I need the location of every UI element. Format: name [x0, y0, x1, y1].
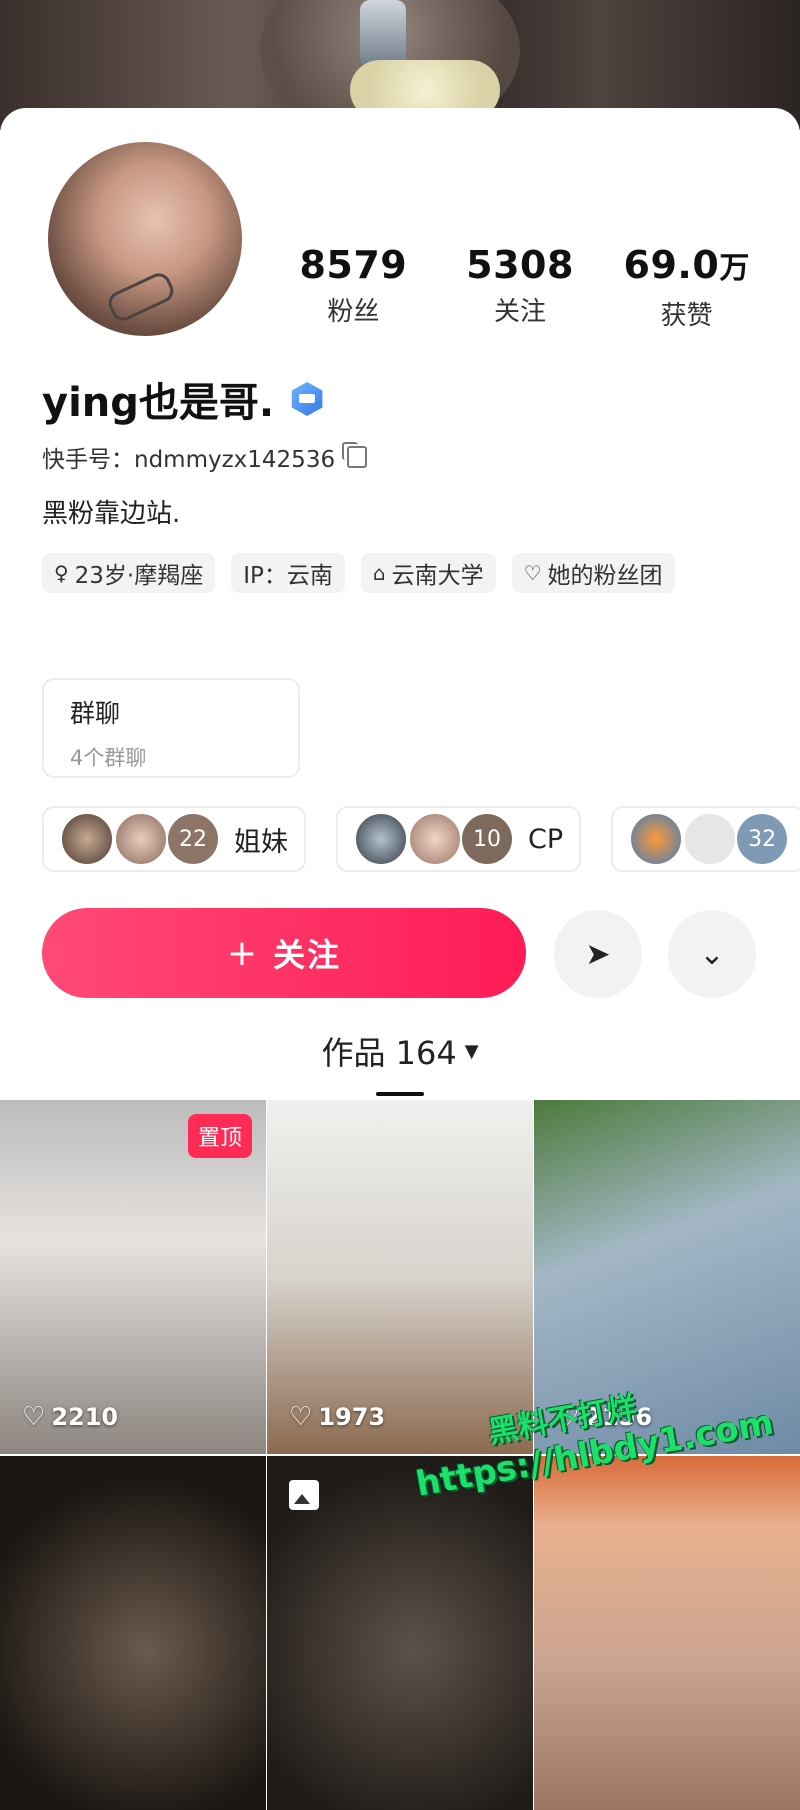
avatar — [629, 812, 684, 866]
heart-icon: ♡ — [22, 1402, 46, 1432]
avatar — [114, 812, 168, 866]
video-thumbnail[interactable] — [0, 1456, 266, 1810]
bio: 黑粉靠边站. — [42, 499, 181, 529]
paper-plane-icon: ➤ — [585, 936, 611, 972]
copy-icon[interactable] — [342, 442, 368, 468]
avatar — [683, 812, 738, 866]
heart-icon: ♡ — [289, 1402, 313, 1432]
stat-following[interactable]: 5308 关注 — [437, 243, 604, 332]
tag-school[interactable]: ⌂ 云南大学 — [360, 553, 496, 593]
video-thumbnail[interactable]: ♡ 1973 — [267, 1100, 533, 1454]
send-message-button[interactable]: ➤ — [554, 910, 642, 998]
more-options-button[interactable]: ⌄ — [668, 910, 756, 998]
circle-sisters[interactable]: 22 姐妹 — [42, 806, 306, 872]
content-tabs: 作品 164 ▼ — [0, 1028, 800, 1074]
graduation-cap-icon: ⌂ — [372, 561, 386, 585]
gender-female-icon: ♀ — [54, 561, 69, 585]
tag-fanclub[interactable]: ♡ 她的粉丝团 — [511, 553, 675, 593]
kuaishou-id: 快手号：ndmmyzx142536 — [42, 440, 368, 474]
heart-icon: ♡ — [523, 561, 542, 585]
tab-works[interactable]: 作品 164 ▼ — [321, 1028, 478, 1074]
avatar — [60, 812, 114, 866]
stat-likes[interactable]: 69.0万 获赞 — [603, 243, 770, 332]
tab-indicator — [376, 1092, 424, 1096]
stats-bar: 8579 粉丝 5308 关注 69.0万 获赞 — [270, 243, 770, 332]
dropdown-triangle-icon: ▼ — [464, 1040, 479, 1062]
image-post-icon — [289, 1480, 319, 1510]
profile-name: ying也是哥. — [42, 370, 324, 428]
avatar — [408, 812, 462, 866]
verified-badge-icon — [291, 382, 323, 416]
pinned-badge: 置顶 — [187, 1114, 252, 1158]
chevron-down-icon: ⌄ — [699, 936, 725, 972]
group-chat-card[interactable]: 群聊 4个群聊 — [42, 678, 300, 778]
video-thumbnail[interactable] — [534, 1456, 800, 1810]
tag-age: ♀ 23岁·摩羯座 — [42, 553, 216, 593]
circle-third[interactable]: 32 — [611, 806, 800, 872]
follow-button[interactable]: + 关注 — [42, 908, 526, 998]
avatar[interactable] — [42, 136, 248, 342]
avatar — [354, 812, 408, 866]
tag-ip: IP：云南 — [231, 553, 345, 593]
friend-circles: 22 姐妹 10 CP 32 — [42, 806, 800, 872]
profile-tags: ♀ 23岁·摩羯座 IP：云南 ⌂ 云南大学 ♡ 她的粉丝团 — [42, 553, 782, 593]
stat-fans[interactable]: 8579 粉丝 — [270, 243, 437, 332]
circle-cp[interactable]: 10 CP — [336, 806, 582, 872]
video-thumbnail[interactable] — [267, 1456, 533, 1810]
video-thumbnail[interactable]: 置顶 ♡ 2210 — [0, 1100, 266, 1454]
